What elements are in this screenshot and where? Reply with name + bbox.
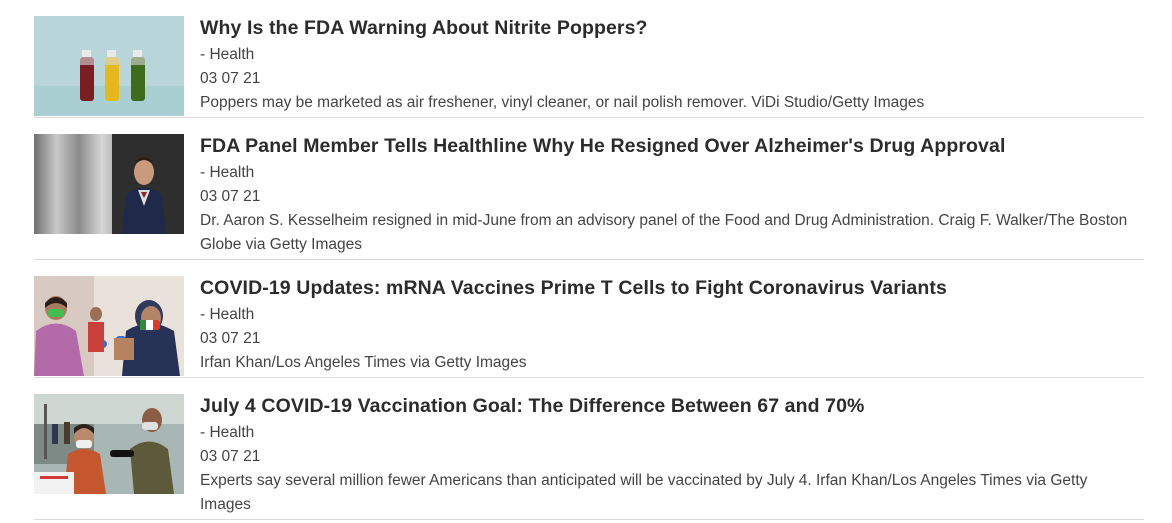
article-title[interactable]: FDA Panel Member Tells Healthline Why He… [200,134,1144,158]
article-title[interactable]: July 4 COVID-19 Vaccination Goal: The Di… [200,394,1144,418]
vaccination-site-image[interactable] [34,394,184,494]
article-caption: Dr. Aaron S. Kesselheim resigned in mid-… [200,212,1128,253]
article-caption: Irfan Khan/Los Angeles Times via Getty I… [200,354,527,371]
vaccination-child-image[interactable] [34,276,184,376]
list-item[interactable]: FDA Panel Member Tells Healthline Why He… [34,134,1144,260]
article-caption: Experts say several million fewer Americ… [200,472,1088,513]
article-text: FDA Panel Member Tells Healthline Why He… [200,134,1144,259]
article-date: 03 07 21 [200,330,261,347]
man-in-suit-portrait-image[interactable] [34,134,184,234]
article-category: - Health [200,306,255,323]
list-item[interactable]: July 4 COVID-19 Vaccination Goal: The Di… [34,394,1144,520]
article-text: COVID-19 Updates: mRNA Vaccines Prime T … [200,276,1144,377]
article-list: Why Is the FDA Warning About Nitrite Pop… [34,16,1144,520]
article-date: 03 07 21 [200,188,261,205]
article-text: July 4 COVID-19 Vaccination Goal: The Di… [200,394,1144,519]
article-caption: Poppers may be marketed as air freshener… [200,94,925,111]
article-category: - Health [200,46,255,63]
list-item[interactable]: COVID-19 Updates: mRNA Vaccines Prime T … [34,276,1144,378]
article-title[interactable]: Why Is the FDA Warning About Nitrite Pop… [200,16,1144,40]
article-date: 03 07 21 [200,70,261,87]
article-title[interactable]: COVID-19 Updates: mRNA Vaccines Prime T … [200,276,1144,300]
article-category: - Health [200,164,255,181]
list-item[interactable]: Why Is the FDA Warning About Nitrite Pop… [34,16,1144,118]
article-date: 03 07 21 [200,448,261,465]
article-category: - Health [200,424,255,441]
article-text: Why Is the FDA Warning About Nitrite Pop… [200,16,1144,117]
juice-bottles-image[interactable] [34,16,184,116]
